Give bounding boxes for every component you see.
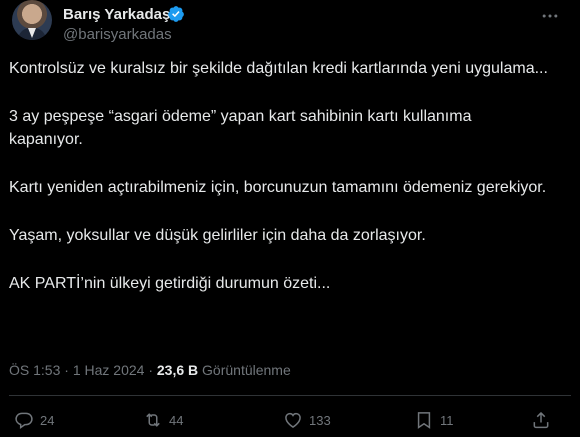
bookmark-icon [417, 412, 431, 429]
like-count: 133 [309, 412, 331, 428]
tweet-paragraph: Kontrolsüz ve kuralsız bir şekilde dağıt… [9, 60, 548, 77]
like-button[interactable]: 133 [283, 408, 331, 432]
reply-icon [15, 412, 33, 429]
reply-count: 24 [40, 412, 55, 428]
tweet-text: Kontrolsüz ve kuralsız bir şekilde dağıt… [9, 57, 549, 320]
bookmark-count: 11 [440, 412, 454, 428]
repost-icon [146, 413, 160, 427]
reply-button[interactable]: 24 [14, 408, 54, 432]
share-button[interactable] [531, 408, 557, 432]
tweet-paragraph: 3 ay peşpeşe “asgari ödeme” yapan kart s… [9, 108, 472, 148]
heart-icon [285, 412, 301, 428]
verified-badge-icon [168, 6, 184, 22]
share-icon [533, 412, 549, 429]
bookmark-button[interactable]: 11 [414, 408, 454, 432]
author-display-name[interactable]: Barış Yarkadaş [63, 6, 170, 23]
tweet-paragraph: AK PARTİ’nin ülkeyi getirdiği durumun öz… [9, 275, 331, 292]
tweet-date[interactable]: 1 Haz 2024 [73, 362, 145, 378]
more-options-icon[interactable] [538, 4, 562, 28]
repost-count: 44 [169, 412, 184, 428]
avatar[interactable] [12, 0, 52, 40]
divider [9, 395, 571, 396]
tweet-time[interactable]: ÖS 1:53 [9, 362, 60, 378]
views-count: 23,6 B [156, 362, 199, 378]
tweet: Barış Yarkadaş @barisyarkadas Kontrolsüz… [0, 0, 580, 437]
ellipsis-icon [542, 14, 558, 18]
meta-separator: · [148, 362, 153, 378]
tweet-paragraph: Yaşam, yoksullar ve düşük gelirliler içi… [9, 227, 426, 244]
tweet-paragraph: Kartı yeniden açtırabilmeniz için, borcu… [9, 179, 547, 196]
author-handle[interactable]: @barisyarkadas [63, 26, 172, 43]
repost-button[interactable]: 44 [143, 408, 183, 432]
views-label: Görüntülenme [202, 362, 291, 378]
action-bar: 24 44 133 11 [0, 408, 580, 432]
meta-separator: · [64, 362, 69, 378]
tweet-meta: ÖS 1:53 · 1 Haz 2024 · 23,6 B Görüntülen… [9, 362, 291, 378]
